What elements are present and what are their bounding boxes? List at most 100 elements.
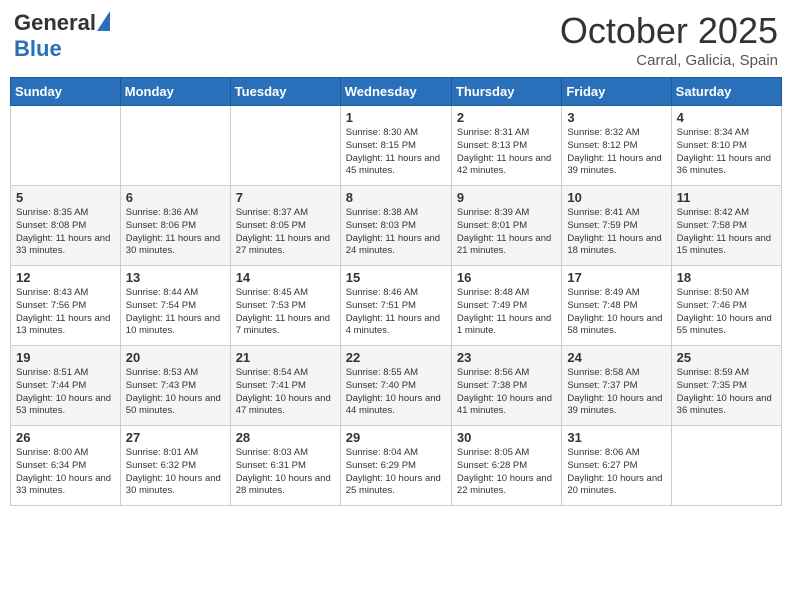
calendar-day-cell: 26 Sunrise: 8:00 AMSunset: 6:34 PMDayligh… xyxy=(11,426,121,506)
calendar-day-cell: 15 Sunrise: 8:46 AMSunset: 7:51 PMDayligh… xyxy=(340,266,451,346)
day-number: 1 xyxy=(346,110,446,125)
day-info: Sunrise: 8:32 AMSunset: 8:12 PMDaylight:… xyxy=(567,127,665,178)
day-number: 9 xyxy=(457,190,556,205)
calendar-day-cell: 4Sunrise: 8:34 AMSunset: 8:10 PMDaylight… xyxy=(671,106,781,186)
calendar-week-row: 19Sunrise: 8:51 AMSunset: 7:44 PMDayligh… xyxy=(11,346,782,426)
day-number: 29 xyxy=(346,430,446,445)
calendar-day-cell: 11 Sunrise: 8:42 AMSunset: 7:58 PMDayligh… xyxy=(671,186,781,266)
day-info: Sunrise: 8:45 AMSunset: 7:53 PMDaylight:… xyxy=(236,287,335,338)
calendar-day-cell: 14 Sunrise: 8:45 AMSunset: 7:53 PMDayligh… xyxy=(230,266,340,346)
day-info: Sunrise: 8:30 AMSunset: 8:15 PMDaylight:… xyxy=(346,127,446,178)
calendar-day-cell: 17 Sunrise: 8:49 AMSunset: 7:48 PMDayligh… xyxy=(562,266,671,346)
calendar-day-cell: 9 Sunrise: 8:39 AMSunset: 8:01 PMDaylight… xyxy=(451,186,561,266)
weekday-header-sunday: Sunday xyxy=(11,78,121,106)
day-number: 25 xyxy=(677,350,776,365)
day-info: Sunrise: 8:54 AMSunset: 7:41 PMDaylight:… xyxy=(236,367,335,418)
day-number: 15 xyxy=(346,270,446,285)
calendar-day-cell: 30 Sunrise: 8:05 AMSunset: 6:28 PMDayligh… xyxy=(451,426,561,506)
day-number: 5 xyxy=(16,190,115,205)
weekday-header-saturday: Saturday xyxy=(671,78,781,106)
day-info: Sunrise: 8:35 AMSunset: 8:08 PMDaylight:… xyxy=(16,207,115,258)
location-text: Carral, Galicia, Spain xyxy=(560,52,778,69)
title-area: October 2025 Carral, Galicia, Spain xyxy=(560,10,778,69)
day-info: Sunrise: 8:01 AMSunset: 6:32 PMDaylight:… xyxy=(126,447,225,498)
calendar-day-cell: 8Sunrise: 8:38 AMSunset: 8:03 PMDaylight… xyxy=(340,186,451,266)
weekday-header-friday: Friday xyxy=(562,78,671,106)
day-info: Sunrise: 8:56 AMSunset: 7:38 PMDaylight:… xyxy=(457,367,556,418)
day-number: 20 xyxy=(126,350,225,365)
logo-triangle-icon xyxy=(97,11,110,31)
day-info: Sunrise: 8:05 AMSunset: 6:28 PMDaylight:… xyxy=(457,447,556,498)
day-number: 31 xyxy=(567,430,665,445)
calendar-day-cell: 21 Sunrise: 8:54 AMSunset: 7:41 PMDayligh… xyxy=(230,346,340,426)
day-number: 17 xyxy=(567,270,665,285)
day-info: Sunrise: 8:00 AMSunset: 6:34 PMDaylight:… xyxy=(16,447,115,498)
calendar-day-cell: 22 Sunrise: 8:55 AMSunset: 7:40 PMDayligh… xyxy=(340,346,451,426)
weekday-header-row: SundayMondayTuesdayWednesdayThursdayFrid… xyxy=(11,78,782,106)
day-info: Sunrise: 8:43 AMSunset: 7:56 PMDaylight:… xyxy=(16,287,115,338)
day-number: 16 xyxy=(457,270,556,285)
day-info: Sunrise: 8:06 AMSunset: 6:27 PMDaylight:… xyxy=(567,447,665,498)
day-number: 26 xyxy=(16,430,115,445)
day-number: 2 xyxy=(457,110,556,125)
calendar-day-cell: 19Sunrise: 8:51 AMSunset: 7:44 PMDayligh… xyxy=(11,346,121,426)
day-number: 23 xyxy=(457,350,556,365)
weekday-header-wednesday: Wednesday xyxy=(340,78,451,106)
logo: General Blue xyxy=(14,10,110,62)
calendar-day-cell: 31 Sunrise: 8:06 AMSunset: 6:27 PMDayligh… xyxy=(562,426,671,506)
weekday-header-tuesday: Tuesday xyxy=(230,78,340,106)
day-info: Sunrise: 8:59 AMSunset: 7:35 PMDaylight:… xyxy=(677,367,776,418)
calendar-week-row: 26 Sunrise: 8:00 AMSunset: 6:34 PMDayligh… xyxy=(11,426,782,506)
day-info: Sunrise: 8:49 AMSunset: 7:48 PMDaylight:… xyxy=(567,287,665,338)
day-info: Sunrise: 8:34 AMSunset: 8:10 PMDaylight:… xyxy=(677,127,776,178)
calendar-day-cell: 13 Sunrise: 8:44 AMSunset: 7:54 PMDayligh… xyxy=(120,266,230,346)
calendar-day-cell: 25 Sunrise: 8:59 AMSunset: 7:35 PMDayligh… xyxy=(671,346,781,426)
day-number: 27 xyxy=(126,430,225,445)
day-info: Sunrise: 8:44 AMSunset: 7:54 PMDaylight:… xyxy=(126,287,225,338)
calendar-day-cell: 3 Sunrise: 8:32 AMSunset: 8:12 PMDaylight… xyxy=(562,106,671,186)
calendar-day-cell: 29 Sunrise: 8:04 AMSunset: 6:29 PMDayligh… xyxy=(340,426,451,506)
calendar-day-cell: 12Sunrise: 8:43 AMSunset: 7:56 PMDayligh… xyxy=(11,266,121,346)
logo-general-text: General xyxy=(14,10,96,36)
weekday-header-monday: Monday xyxy=(120,78,230,106)
day-info: Sunrise: 8:03 AMSunset: 6:31 PMDaylight:… xyxy=(236,447,335,498)
month-title: October 2025 xyxy=(560,10,778,52)
day-number: 3 xyxy=(567,110,665,125)
day-info: Sunrise: 8:41 AMSunset: 7:59 PMDaylight:… xyxy=(567,207,665,258)
day-info: Sunrise: 8:51 AMSunset: 7:44 PMDaylight:… xyxy=(16,367,115,418)
day-info: Sunrise: 8:39 AMSunset: 8:01 PMDaylight:… xyxy=(457,207,556,258)
day-info: Sunrise: 8:53 AMSunset: 7:43 PMDaylight:… xyxy=(126,367,225,418)
day-number: 10 xyxy=(567,190,665,205)
calendar-day-cell: 20 Sunrise: 8:53 AMSunset: 7:43 PMDayligh… xyxy=(120,346,230,426)
day-info: Sunrise: 8:04 AMSunset: 6:29 PMDaylight:… xyxy=(346,447,446,498)
day-info: Sunrise: 8:37 AMSunset: 8:05 PMDaylight:… xyxy=(236,207,335,258)
day-info: Sunrise: 8:55 AMSunset: 7:40 PMDaylight:… xyxy=(346,367,446,418)
day-number: 11 xyxy=(677,190,776,205)
day-number: 7 xyxy=(236,190,335,205)
calendar-week-row: 1 Sunrise: 8:30 AMSunset: 8:15 PMDaylight… xyxy=(11,106,782,186)
day-number: 30 xyxy=(457,430,556,445)
day-info: Sunrise: 8:50 AMSunset: 7:46 PMDaylight:… xyxy=(677,287,776,338)
calendar-day-cell: 23 Sunrise: 8:56 AMSunset: 7:38 PMDayligh… xyxy=(451,346,561,426)
day-number: 28 xyxy=(236,430,335,445)
day-number: 8 xyxy=(346,190,446,205)
day-number: 14 xyxy=(236,270,335,285)
calendar-day-cell: 6Sunrise: 8:36 AMSunset: 8:06 PMDaylight… xyxy=(120,186,230,266)
calendar-day-cell: 27 Sunrise: 8:01 AMSunset: 6:32 PMDayligh… xyxy=(120,426,230,506)
day-number: 21 xyxy=(236,350,335,365)
day-info: Sunrise: 8:36 AMSunset: 8:06 PMDaylight:… xyxy=(126,207,225,258)
calendar-day-cell: 2Sunrise: 8:31 AMSunset: 8:13 PMDaylight… xyxy=(451,106,561,186)
calendar-day-cell: 16Sunrise: 8:48 AMSunset: 7:49 PMDayligh… xyxy=(451,266,561,346)
empty-cell xyxy=(120,106,230,186)
day-number: 22 xyxy=(346,350,446,365)
calendar-day-cell: 10 Sunrise: 8:41 AMSunset: 7:59 PMDayligh… xyxy=(562,186,671,266)
day-number: 24 xyxy=(567,350,665,365)
day-number: 13 xyxy=(126,270,225,285)
calendar-day-cell: 5 Sunrise: 8:35 AMSunset: 8:08 PMDaylight… xyxy=(11,186,121,266)
calendar-day-cell: 18Sunrise: 8:50 AMSunset: 7:46 PMDayligh… xyxy=(671,266,781,346)
day-info: Sunrise: 8:42 AMSunset: 7:58 PMDaylight:… xyxy=(677,207,776,258)
calendar-day-cell: 7 Sunrise: 8:37 AMSunset: 8:05 PMDaylight… xyxy=(230,186,340,266)
empty-cell xyxy=(11,106,121,186)
day-info: Sunrise: 8:46 AMSunset: 7:51 PMDaylight:… xyxy=(346,287,446,338)
calendar-table: SundayMondayTuesdayWednesdayThursdayFrid… xyxy=(10,77,782,506)
